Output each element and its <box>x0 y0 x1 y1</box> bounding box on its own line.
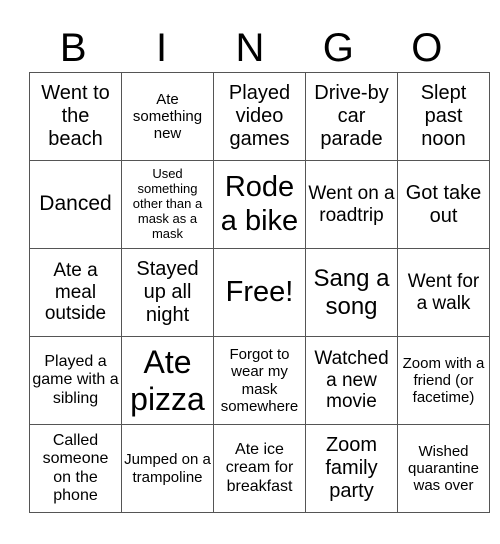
bingo-cell[interactable]: Rode a bike <box>213 160 306 249</box>
free-space-cell[interactable]: Free! <box>213 248 306 337</box>
bingo-cell[interactable]: Forgot to wear my mask somewhere <box>213 336 306 425</box>
bingo-cell[interactable]: Ate pizza <box>121 336 214 425</box>
header-letter-i: I <box>156 26 168 70</box>
bingo-cell[interactable]: Went to the beach <box>29 72 122 161</box>
bingo-cell[interactable]: Called someone on the phone <box>29 424 122 513</box>
bingo-cell[interactable]: Drive-by car parade <box>305 72 398 161</box>
bingo-grid: Went to the beach Ate something new Play… <box>29 72 490 513</box>
grid-row: Danced Used something other than a mask … <box>29 160 490 249</box>
header-letter-g: G <box>322 26 354 70</box>
bingo-cell[interactable]: Ate a meal outside <box>29 248 122 337</box>
bingo-cell[interactable]: Played video games <box>213 72 306 161</box>
bingo-cell[interactable]: Used something other than a mask as a ma… <box>121 160 214 249</box>
grid-row: Played a game with a sibling Ate pizza F… <box>29 336 490 425</box>
bingo-cell[interactable]: Ate something new <box>121 72 214 161</box>
grid-row: Called someone on the phone Jumped on a … <box>29 424 490 513</box>
header-letter-b: B <box>59 26 87 70</box>
grid-row: Ate a meal outside Stayed up all night F… <box>29 248 490 337</box>
bingo-cell[interactable]: Danced <box>29 160 122 249</box>
bingo-cell[interactable]: Ate ice cream for breakfast <box>213 424 306 513</box>
bingo-cell[interactable]: Sang a song <box>305 248 398 337</box>
bingo-cell[interactable]: Went for a walk <box>397 248 490 337</box>
bingo-cell[interactable]: Watched a new movie <box>305 336 398 425</box>
header-letter-n: N <box>235 26 265 70</box>
bingo-cell[interactable]: Wished quarantine was over <box>397 424 490 513</box>
header-letter-o: O <box>411 26 443 70</box>
bingo-cell[interactable]: Got take out <box>397 160 490 249</box>
bingo-cell[interactable]: Zoom family party <box>305 424 398 513</box>
bingo-cell[interactable]: Went on a roadtrip <box>305 160 398 249</box>
bingo-cell[interactable]: Played a game with a sibling <box>29 336 122 425</box>
bingo-header: B I N G O <box>29 24 471 72</box>
bingo-cell[interactable]: Stayed up all night <box>121 248 214 337</box>
bingo-cell[interactable]: Slept past noon <box>397 72 490 161</box>
bingo-cell[interactable]: Zoom with a friend (or facetime) <box>397 336 490 425</box>
bingo-cell[interactable]: Jumped on a trampoline <box>121 424 214 513</box>
grid-row: Went to the beach Ate something new Play… <box>29 72 490 161</box>
